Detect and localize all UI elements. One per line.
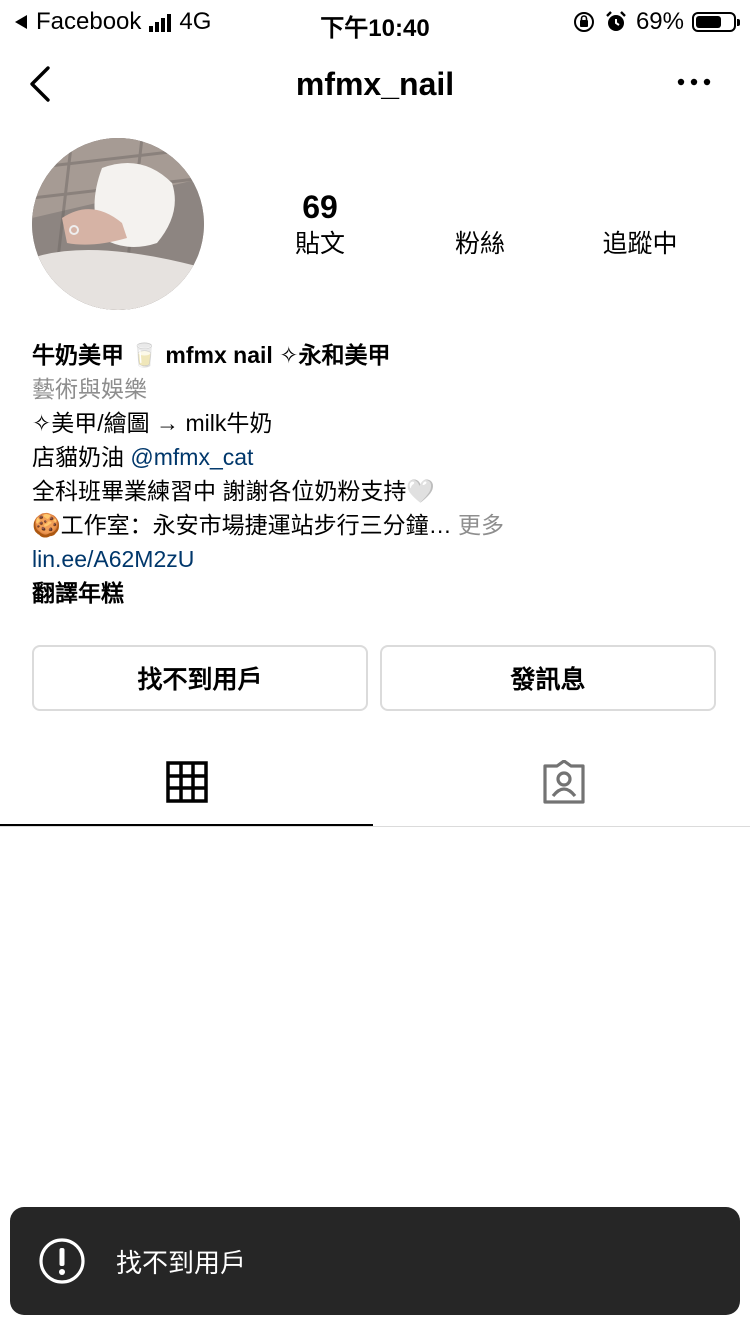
translate-link[interactable]: 翻譯年糕 <box>32 576 732 610</box>
following-label: 追蹤中 <box>602 230 678 258</box>
display-name: 牛奶美甲 🥛 mfmx nail ✧永和美甲 <box>32 342 391 368</box>
battery-percent: 69% <box>635 8 684 35</box>
posts-count: 69 <box>302 189 338 225</box>
more-link[interactable]: 更多 <box>458 512 504 538</box>
status-bar: Facebook 4G 下午10:40 69% <box>0 0 750 42</box>
followers-label: 粉絲 <box>454 230 505 258</box>
mention-link[interactable]: @mfmx_cat <box>130 444 253 470</box>
avatar-image <box>32 138 204 310</box>
profile-header: mfmx_nail <box>0 52 750 116</box>
posts-label: 貼文 <box>294 230 345 258</box>
website-link[interactable]: lin.ee/A62M2zU <box>32 542 732 576</box>
following-stat[interactable]: 追蹤中 <box>560 188 720 262</box>
grid-icon <box>165 761 208 803</box>
bio-line: ✧美甲/繪圖 → milk牛奶 <box>32 410 273 436</box>
more-options-icon[interactable] <box>676 76 712 88</box>
profile-bio: 牛奶美甲 🥛 mfmx nail ✧永和美甲 藝術與娛樂 ✧美甲/繪圖 → mi… <box>32 338 732 610</box>
user-not-found-button[interactable]: 找不到用戶 <box>32 645 368 711</box>
followers-stat[interactable]: 粉絲 <box>400 188 560 262</box>
category-label: 藝術與娛樂 <box>32 376 147 402</box>
bio-text: 🍪工作室：永安市場捷運站步行三分鐘… <box>32 512 452 538</box>
message-button[interactable]: 發訊息 <box>380 645 716 711</box>
profile-stats: 69 貼文 粉絲 追蹤中 <box>240 188 720 268</box>
bio-line: 全科班畢業練習中 謝謝各位奶粉支持🤍 <box>32 478 436 504</box>
orientation-lock-icon <box>573 12 594 32</box>
error-toast: 找不到用戶 <box>10 1207 740 1315</box>
toast-message: 找不到用戶 <box>116 1247 247 1278</box>
avatar[interactable] <box>32 138 204 310</box>
posts-stat[interactable]: 69 貼文 <box>240 188 400 262</box>
alarm-icon <box>606 11 626 31</box>
profile-tabs <box>0 740 750 827</box>
tagged-person-icon <box>542 760 585 804</box>
bio-line-mention: 店貓奶油 @mfmx_cat <box>32 440 732 474</box>
status-right: 69% <box>572 8 740 36</box>
tab-posts-grid[interactable] <box>0 740 373 826</box>
alert-icon <box>39 1238 85 1284</box>
profile-username: mfmx_nail <box>295 66 455 102</box>
bio-line-more: 🍪工作室：永安市場捷運站步行三分鐘… 更多 <box>32 508 732 542</box>
tab-tagged[interactable] <box>377 740 750 824</box>
battery-icon <box>692 12 740 32</box>
bio-text: 店貓奶油 <box>32 444 131 470</box>
